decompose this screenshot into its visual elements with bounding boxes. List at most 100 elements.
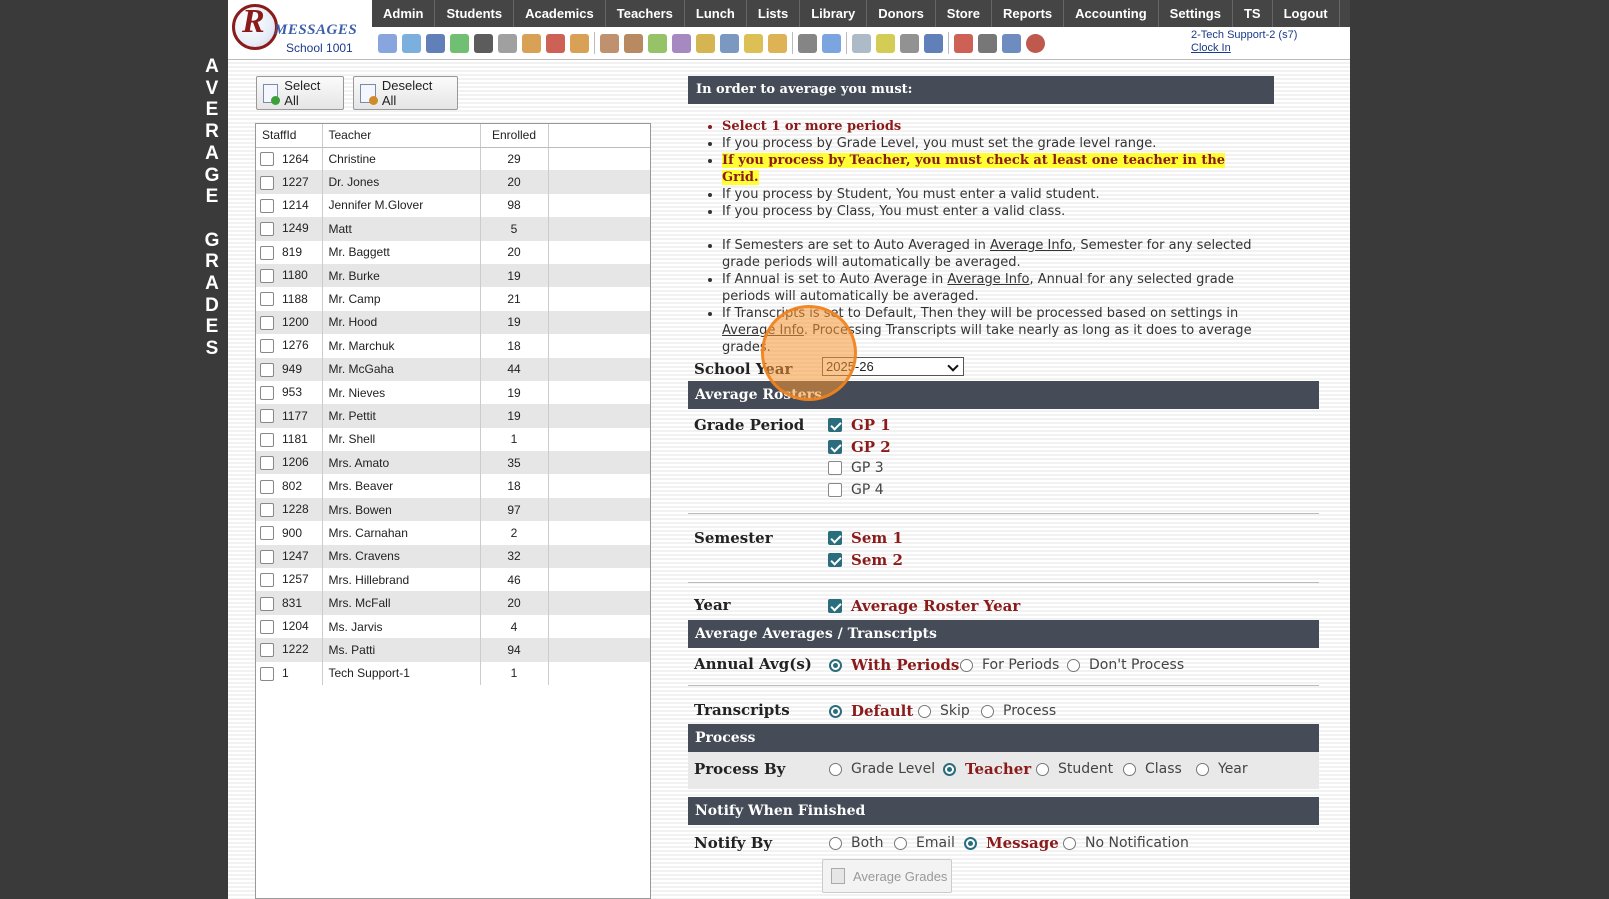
radio-selected[interactable] (829, 658, 842, 672)
calendar-grid-icon[interactable] (402, 33, 421, 53)
row-checkbox[interactable] (260, 198, 274, 213)
table-row[interactable]: 819 Mr. Baggett 20 (256, 240, 650, 264)
row-checkbox[interactable] (260, 479, 274, 494)
table-row[interactable]: 1188 Mr. Camp 21 (256, 287, 650, 311)
help-icon[interactable] (1002, 33, 1021, 53)
radio-unselected[interactable] (960, 658, 973, 672)
notify-email-radio[interactable]: Email (894, 835, 955, 851)
menu-logout[interactable]: Logout (1273, 0, 1340, 27)
row-checkbox[interactable] (260, 175, 274, 190)
gradebook-icon[interactable] (522, 33, 541, 53)
clock-icon[interactable] (822, 33, 841, 53)
checkbox-checked[interactable] (828, 553, 842, 567)
table-row[interactable]: 1222 Ms. Patti 94 (256, 638, 650, 662)
calendar-icon[interactable] (546, 33, 565, 53)
radio-unselected[interactable] (1063, 836, 1076, 850)
transcripts-default-radio[interactable]: Default (829, 702, 913, 720)
row-checkbox[interactable] (260, 456, 274, 471)
radio-unselected[interactable] (918, 704, 931, 718)
gp3-checkbox[interactable]: GP 3 (828, 460, 884, 476)
table-row[interactable]: 1200 Mr. Hood 19 (256, 310, 650, 335)
select-all-button[interactable]: Select All (256, 76, 344, 110)
table-row[interactable]: 831 Mrs. McFall 20 (256, 591, 650, 615)
table-row[interactable]: 949 Mr. McGaha 44 (256, 357, 650, 381)
row-checkbox[interactable] (260, 362, 274, 377)
menu-reports[interactable]: Reports (992, 0, 1065, 27)
radio-unselected[interactable] (829, 762, 842, 776)
gp2-checkbox[interactable]: GP 2 (828, 438, 891, 456)
table-row[interactable]: 1 Tech Support-1 1 (256, 661, 650, 685)
radio-unselected[interactable] (1067, 658, 1080, 672)
notify-none-radio[interactable]: No Notification (1063, 835, 1189, 851)
student-icon[interactable] (624, 33, 643, 53)
radio-unselected[interactable] (1123, 762, 1136, 776)
table-row[interactable]: 1180 Mr. Burke 19 (256, 263, 650, 288)
checkbox-unchecked[interactable] (828, 461, 842, 475)
sem2-checkbox[interactable]: Sem 2 (828, 551, 903, 569)
speaker-icon[interactable] (498, 33, 517, 53)
row-checkbox[interactable] (260, 292, 274, 307)
chat-icon[interactable] (450, 33, 469, 53)
row-checkbox[interactable] (260, 409, 274, 424)
table-row[interactable]: 802 Mrs. Beaver 18 (256, 474, 650, 498)
card-icon[interactable] (876, 33, 895, 53)
process-class-radio[interactable]: Class (1123, 761, 1182, 777)
menu-lists[interactable]: Lists (747, 0, 801, 27)
process-teacher-radio[interactable]: Teacher (943, 760, 1031, 778)
table-row[interactable]: 1276 Mr. Marchuk 18 (256, 334, 650, 358)
table-row[interactable]: 1249 Matt 5 (256, 217, 650, 241)
deselect-all-button[interactable]: Deselect All (353, 76, 458, 110)
row-checkbox[interactable] (260, 339, 274, 354)
menu-store[interactable]: Store (936, 0, 993, 27)
row-checkbox[interactable] (260, 596, 274, 611)
book-icon[interactable] (720, 33, 739, 53)
row-checkbox[interactable] (260, 502, 274, 517)
logo[interactable]: R MESSAGES School 1001 (230, 2, 370, 56)
table-row[interactable]: 1214 Jennifer M.Glover 98 (256, 193, 650, 218)
sem1-checkbox[interactable]: Sem 1 (828, 529, 903, 547)
cart-icon[interactable] (768, 33, 787, 53)
gp1-checkbox[interactable]: GP 1 (828, 416, 891, 434)
radio-unselected[interactable] (981, 704, 994, 718)
radio-unselected[interactable] (1036, 762, 1049, 776)
table-row[interactable]: 1181 Mr. Shell 1 (256, 427, 650, 452)
radio-unselected[interactable] (894, 836, 907, 850)
table-icon[interactable] (852, 33, 871, 53)
row-checkbox[interactable] (260, 619, 274, 634)
row-checkbox[interactable] (260, 432, 274, 447)
row-checkbox[interactable] (260, 386, 274, 401)
process-year-radio[interactable]: Year (1196, 761, 1248, 777)
person-icon[interactable] (798, 33, 817, 53)
transcripts-process-radio[interactable]: Process (981, 703, 1056, 719)
menu-library[interactable]: Library (800, 0, 868, 27)
col-teacher[interactable]: Teacher (322, 124, 481, 148)
checkbox-checked[interactable] (828, 418, 842, 432)
transcripts-skip-radio[interactable]: Skip (918, 703, 970, 719)
stack-icon[interactable] (978, 33, 997, 53)
table-row[interactable]: 1227 Dr. Jones 20 (256, 170, 650, 194)
annual-for-periods-radio[interactable]: For Periods (960, 657, 1059, 673)
menu-academics[interactable]: Academics (514, 0, 606, 27)
row-checkbox[interactable] (260, 573, 274, 588)
menu-ts[interactable]: TS (1233, 0, 1273, 27)
process-student-radio[interactable]: Student (1036, 761, 1113, 777)
clock-in-link[interactable]: Clock In (1191, 42, 1297, 55)
menu-settings[interactable]: Settings (1159, 0, 1233, 27)
average-roster-year-checkbox[interactable]: Average Roster Year (828, 597, 1020, 615)
checkbox-checked[interactable] (828, 531, 842, 545)
row-checkbox[interactable] (260, 666, 274, 681)
megaphone-icon[interactable] (570, 33, 589, 53)
at-icon[interactable] (426, 33, 445, 53)
radio-unselected[interactable] (1196, 762, 1209, 776)
printer-icon[interactable] (900, 33, 919, 53)
table-row[interactable]: 1264 Christine 29 (256, 147, 650, 171)
row-checkbox[interactable] (260, 526, 274, 541)
menu-donors[interactable]: Donors (867, 0, 936, 27)
process-grade-level-radio[interactable]: Grade Level (829, 761, 935, 777)
table-row[interactable]: 1206 Mrs. Amato 35 (256, 451, 650, 475)
table-row[interactable]: 1177 Mr. Pettit 19 (256, 404, 650, 428)
annual-dont-process-radio[interactable]: Don't Process (1067, 657, 1184, 673)
users-icon[interactable] (672, 33, 691, 53)
table-row[interactable]: 900 Mrs. Carnahan 2 (256, 521, 650, 545)
gp4-checkbox[interactable]: GP 4 (828, 482, 884, 498)
